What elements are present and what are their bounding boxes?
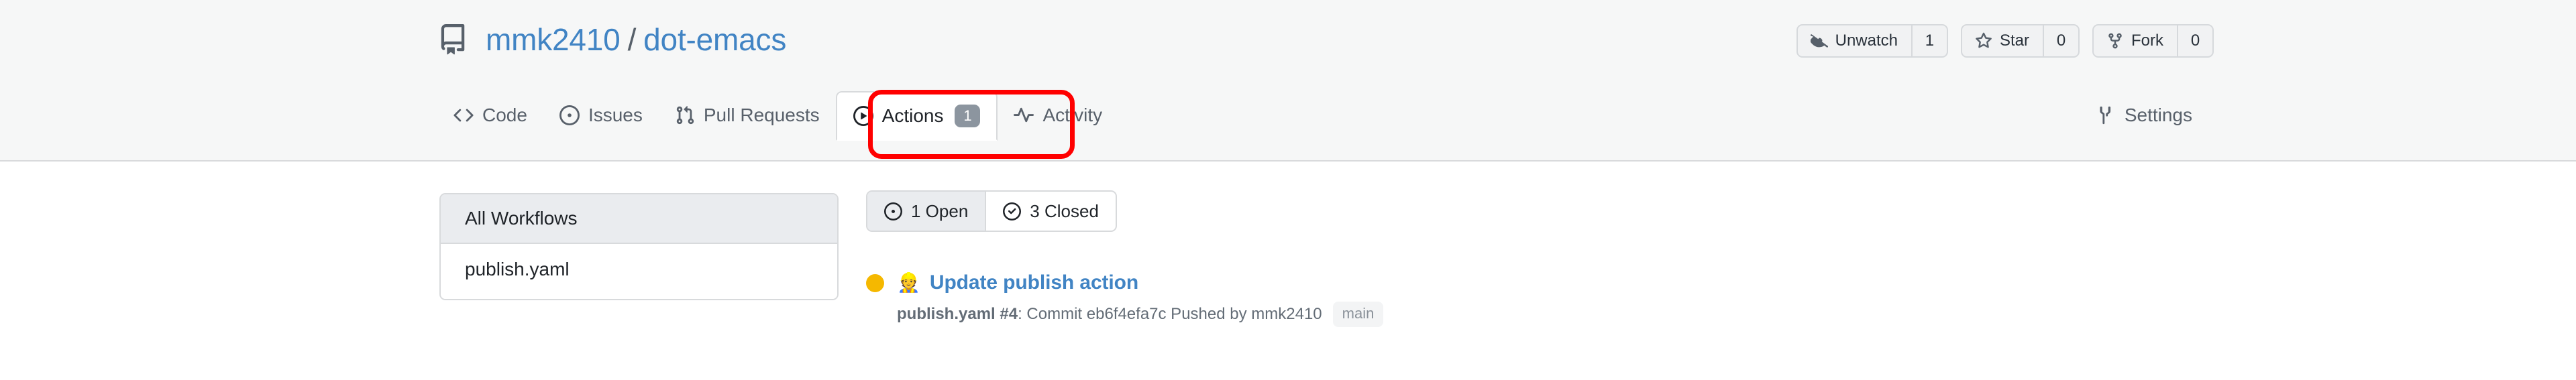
star-button-label: Star [1999, 31, 2029, 50]
code-icon [453, 105, 474, 125]
filter-closed[interactable]: 3 Closed [986, 192, 1116, 231]
tab-issues-label: Issues [588, 105, 643, 125]
sidebar-item-publish-yaml[interactable]: publish.yaml [441, 244, 837, 299]
status-indicator-in-progress [866, 273, 884, 292]
repo-actions-group: Unwatch 1 Star 0 Fork 0 [1796, 24, 2214, 58]
play-icon [853, 106, 873, 126]
watch-button-group[interactable]: Unwatch 1 [1796, 24, 1948, 58]
repo-breadcrumb: mmk2410 / dot-emacs [437, 24, 786, 55]
star-count[interactable]: 0 [2043, 25, 2078, 56]
pulse-icon [1014, 105, 1034, 125]
tab-actions-label: Actions [881, 105, 944, 126]
fork-button-group[interactable]: Fork 0 [2092, 24, 2214, 58]
git-pull-request-icon [675, 105, 695, 125]
filter-closed-label: 3 Closed [1030, 200, 1099, 221]
tab-activity[interactable]: Activity [998, 91, 1118, 139]
star-button[interactable]: Star [1962, 25, 2043, 56]
run-meta-rest: : Commit eb6f4efa7c Pushed by mmk2410 [1018, 305, 1322, 323]
tab-activity-label: Activity [1042, 105, 1103, 125]
fork-button[interactable]: Fork [2094, 25, 2177, 56]
star-icon [1975, 32, 1992, 50]
github-actions-page: mmk2410 / dot-emacs Unwatch 1 Star 0 For… [0, 0, 2576, 380]
tab-code[interactable]: Code [437, 91, 543, 139]
repo-name-link[interactable]: dot-emacs [643, 24, 786, 55]
run-meta-line: publish.yaml #4 : Commit eb6f4efa7c Push… [897, 302, 2174, 327]
check-circle-icon [1003, 202, 1022, 220]
tab-actions-badge: 1 [955, 105, 981, 127]
run-title-line: 👷 Update publish action [866, 271, 2174, 294]
issue-opened-icon [884, 202, 902, 220]
tab-pull-requests[interactable]: Pull Requests [659, 91, 836, 139]
repo-forked-icon [2106, 32, 2124, 50]
repo-name-group: mmk2410 / dot-emacs [486, 24, 786, 55]
sidebar-header-all-workflows[interactable]: All Workflows [441, 194, 837, 244]
fork-count[interactable]: 0 [2177, 25, 2212, 56]
tab-issues[interactable]: Issues [543, 91, 659, 139]
run-status-filter: 1 Open 3 Closed [866, 190, 1117, 232]
star-button-group[interactable]: Star 0 [1960, 24, 2080, 58]
commit-emoji: 👷 [897, 272, 920, 293]
filter-open[interactable]: 1 Open [867, 192, 987, 231]
tools-icon [2096, 105, 2116, 125]
run-branch-badge[interactable]: main [1332, 302, 1384, 327]
run-title-link[interactable]: Update publish action [930, 271, 1138, 294]
tab-actions[interactable]: Actions 1 [835, 91, 998, 141]
run-workflow-file: publish.yaml [897, 305, 996, 323]
repo-nav-tabs: Code Issues Pull Requests Actions 1 Acti… [437, 91, 1118, 141]
issue-opened-icon [559, 105, 580, 125]
watch-count[interactable]: 1 [1911, 25, 1947, 56]
workflow-run-row: 👷 Update publish action publish.yaml #4 … [866, 271, 2174, 327]
filter-open-label: 1 Open [911, 200, 969, 221]
tab-settings[interactable]: Settings [2080, 91, 2208, 139]
workflows-sidebar: All Workflows publish.yaml [439, 193, 839, 300]
repo-book-icon [437, 24, 468, 55]
actions-content: All Workflows publish.yaml 1 Open 3 Clos… [0, 162, 2576, 380]
repo-nav: Code Issues Pull Requests Actions 1 Acti… [437, 91, 2576, 162]
tab-settings-label: Settings [2124, 105, 2192, 125]
repo-owner-link[interactable]: mmk2410 [486, 24, 621, 55]
unwatch-button-label: Unwatch [1835, 31, 1898, 50]
tab-code-label: Code [482, 105, 527, 125]
fork-button-label: Fork [2131, 31, 2163, 50]
eye-closed-icon [1810, 32, 1828, 50]
tab-pull-requests-label: Pull Requests [703, 105, 820, 125]
run-number: #4 [1000, 305, 1018, 323]
repo-nav-right: Settings [2080, 91, 2208, 139]
unwatch-button[interactable]: Unwatch [1798, 25, 1911, 56]
repo-separator: / [627, 22, 637, 57]
